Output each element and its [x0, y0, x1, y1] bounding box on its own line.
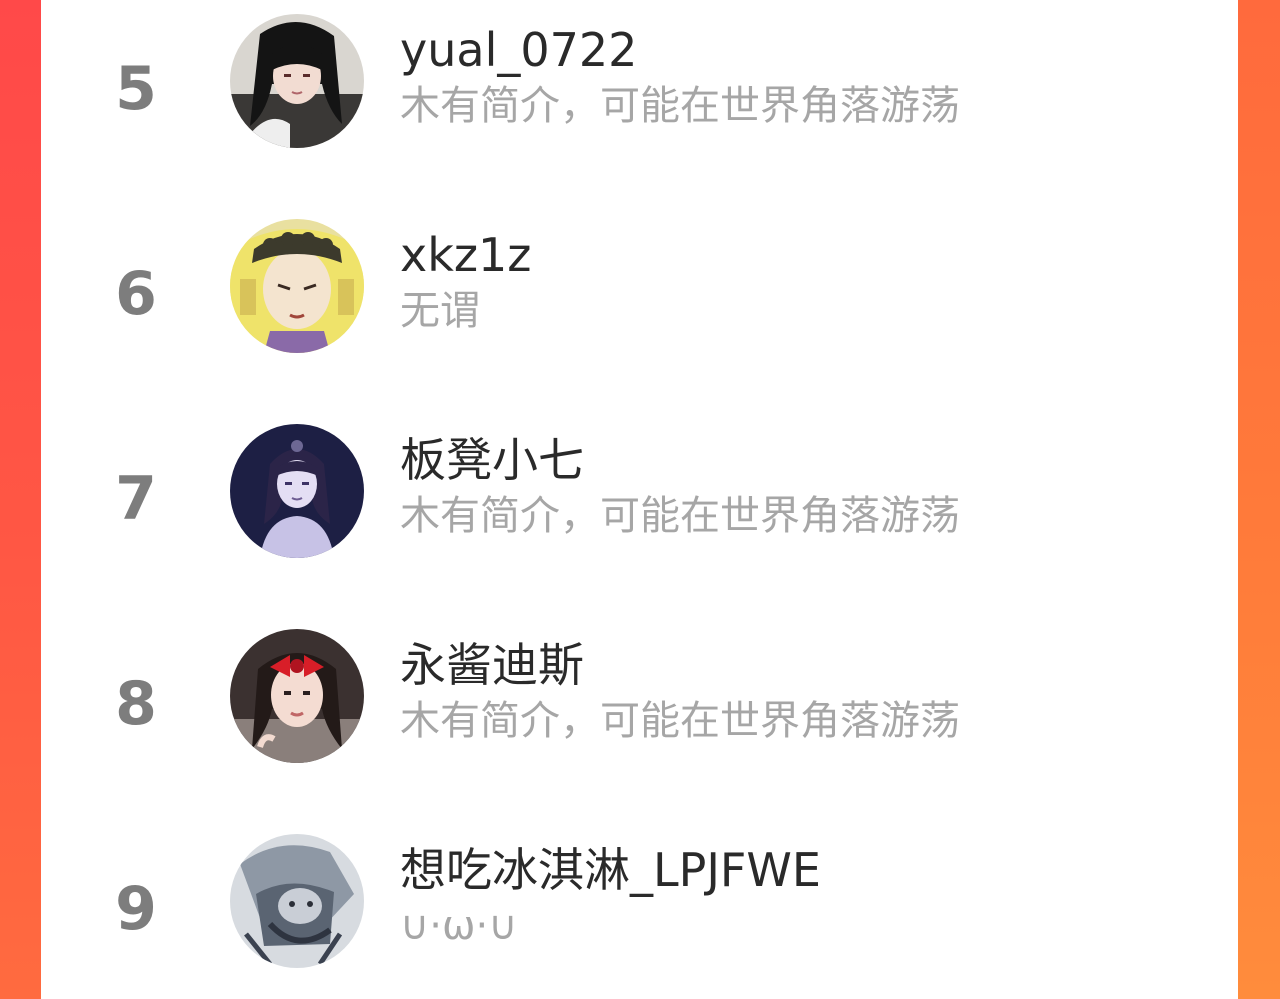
avatar-grey-sketch-icon[interactable]: [230, 834, 364, 968]
background-left-strip: [0, 0, 41, 999]
list-item[interactable]: 7 板凳小七 木有简介，可能在世界角落游荡: [41, 387, 1238, 592]
avatar-girl-red-bow-icon[interactable]: [230, 629, 364, 763]
user-name[interactable]: 板凳小七: [400, 437, 584, 483]
user-bio: 木有简介，可能在世界角落游荡: [400, 83, 960, 129]
user-bio: ∪·ω·∪: [400, 903, 518, 949]
user-bio: 木有简介，可能在世界角落游荡: [400, 493, 960, 539]
background-right-strip: [1238, 0, 1280, 999]
rank-number: 7: [115, 464, 157, 534]
rank-number: 5: [115, 54, 157, 124]
user-name[interactable]: xkz1z: [400, 232, 531, 278]
user-name[interactable]: 永酱迪斯: [400, 642, 584, 688]
rank-number: 9: [115, 874, 157, 944]
list-item[interactable]: 6 xkz1z 无谓: [41, 182, 1238, 387]
ranking-list: 5 yual_0722 木有简介，可能在世界角落游荡 6 xkz1z 无谓 7 …: [41, 0, 1238, 999]
list-item[interactable]: 8 永酱迪斯 木有简介，可能在世界角落游荡: [41, 592, 1238, 797]
rank-number: 8: [115, 669, 157, 739]
user-bio: 木有简介，可能在世界角落游荡: [400, 698, 960, 744]
avatar-yellow-hair-anime-icon[interactable]: [230, 219, 364, 353]
avatar-purple-anime-boy-icon[interactable]: [230, 424, 364, 558]
avatar-dark-hair-girl-icon[interactable]: [230, 14, 364, 148]
user-name[interactable]: yual_0722: [400, 27, 637, 73]
user-bio: 无谓: [400, 288, 480, 334]
list-item[interactable]: 9 想吃冰淇淋_LPJFWE ∪·ω·∪: [41, 797, 1238, 999]
user-name[interactable]: 想吃冰淇淋_LPJFWE: [400, 847, 821, 893]
list-item[interactable]: 5 yual_0722 木有简介，可能在世界角落游荡: [41, 0, 1238, 182]
rank-number: 6: [115, 259, 157, 329]
